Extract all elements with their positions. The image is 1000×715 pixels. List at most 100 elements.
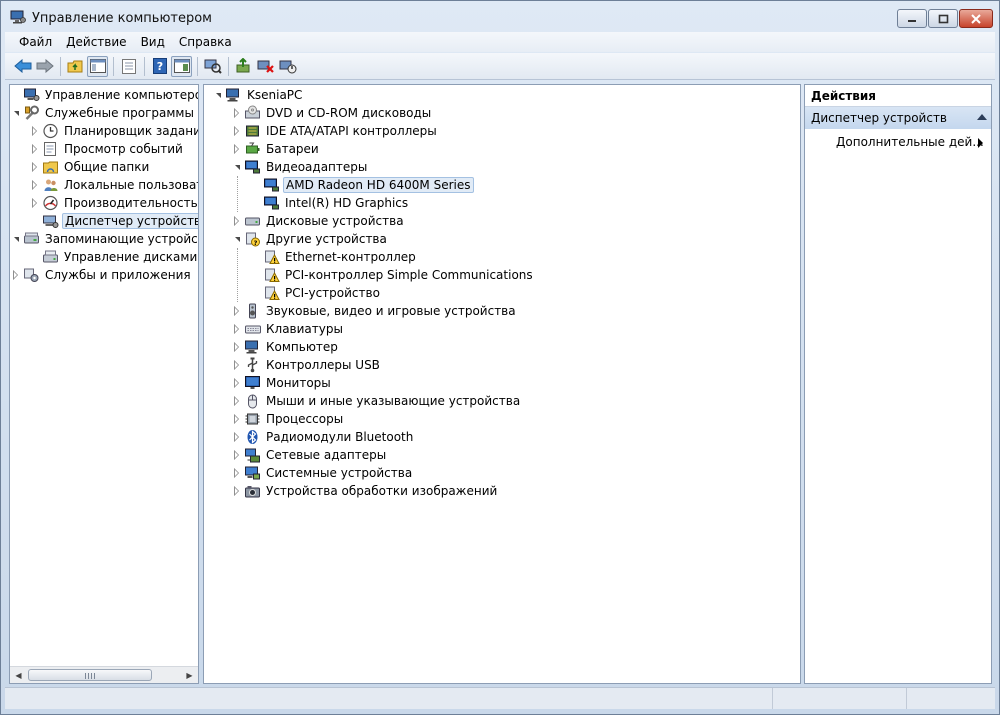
collapsed-arrow-icon[interactable] xyxy=(29,176,41,194)
console-tree-item-row[interactable]: Производительность xyxy=(29,194,198,212)
device-tree-item-row[interactable]: KseniaPC xyxy=(212,86,304,104)
collapsed-arrow-icon[interactable] xyxy=(231,302,243,320)
export-list-button[interactable] xyxy=(118,56,139,77)
collapsed-arrow-icon[interactable] xyxy=(231,392,243,410)
device-tree-item-row[interactable]: Устройства обработки изображений xyxy=(231,482,499,500)
device-tree-item-row[interactable]: Intel(R) HD Graphics xyxy=(250,194,410,212)
menu-help[interactable]: Справка xyxy=(172,32,239,52)
collapsed-arrow-icon[interactable] xyxy=(29,122,41,140)
expanded-arrow-icon[interactable] xyxy=(231,230,243,248)
collapsed-arrow-icon[interactable] xyxy=(231,122,243,140)
show-console-tree-button[interactable] xyxy=(87,55,108,77)
console-tree-item-label: Производительность xyxy=(64,196,198,210)
device-tree-item-label: Видеоадаптеры xyxy=(266,160,368,174)
battery-icon xyxy=(244,141,261,157)
device-tree-item-row[interactable]: Мониторы xyxy=(231,374,333,392)
console-tree-item-row[interactable]: Управление компьютером (л xyxy=(10,86,198,104)
menu-action[interactable]: Действие xyxy=(59,32,133,52)
device-tree-item-row[interactable]: ? Другие устройства xyxy=(231,230,389,248)
expanded-arrow-icon[interactable] xyxy=(231,158,243,176)
device-tree-item-row[interactable]: Процессоры xyxy=(231,410,345,428)
collapsed-arrow-icon[interactable] xyxy=(231,410,243,428)
device-tree-item-row[interactable]: Мыши и иные указывающие устройства xyxy=(231,392,522,410)
more-actions-item[interactable]: Дополнительные дей... xyxy=(836,135,984,149)
collapsed-arrow-icon[interactable] xyxy=(231,482,243,500)
menu-file[interactable]: Файл xyxy=(5,32,59,52)
collapsed-arrow-icon[interactable] xyxy=(231,338,243,356)
update-driver-button[interactable] xyxy=(233,56,254,77)
collapsed-arrow-icon[interactable] xyxy=(29,140,41,158)
tools-icon xyxy=(23,105,40,121)
collapsed-arrow-icon[interactable] xyxy=(231,464,243,482)
console-tree-item-row[interactable]: Локальные пользовате xyxy=(29,176,198,194)
device-tree-item-row[interactable]: Ethernet-контроллер xyxy=(250,248,418,266)
collapsed-arrow-icon[interactable] xyxy=(29,194,41,212)
device-tree-item-row[interactable]: PCI-контроллер Simple Communications xyxy=(250,266,535,284)
actions-section-device-manager[interactable]: Диспетчер устройств xyxy=(805,107,991,129)
disk-management-icon xyxy=(42,249,59,265)
console-tree-item-row[interactable]: Запоминающие устройст xyxy=(10,230,198,248)
forward-button[interactable] xyxy=(34,56,55,77)
console-tree-pane[interactable]: Управление компьютером (л Служебные прогр… xyxy=(9,84,199,684)
scan-hardware-button[interactable] xyxy=(202,56,223,77)
collapsed-arrow-icon[interactable] xyxy=(10,266,22,284)
collapsed-arrow-icon[interactable] xyxy=(231,320,243,338)
help-button[interactable]: ? xyxy=(149,56,170,77)
title-bar[interactable]: Управление компьютером xyxy=(1,1,999,33)
collapsed-arrow-icon[interactable] xyxy=(29,158,41,176)
scroll-right-button[interactable]: ▶ xyxy=(181,667,198,683)
enable-device-button[interactable] xyxy=(277,56,298,77)
show-action-pane-button[interactable] xyxy=(171,55,192,77)
device-tree-item-row[interactable]: Дисковые устройства xyxy=(231,212,406,230)
device-tree-item-row[interactable]: Сетевые адаптеры xyxy=(231,446,388,464)
expanded-arrow-icon[interactable] xyxy=(212,86,224,104)
console-tree-item-row[interactable]: Службы и приложения xyxy=(10,266,193,284)
device-tree-item-row[interactable]: Радиомодули Bluetooth xyxy=(231,428,415,446)
device-tree-item-row[interactable]: Батареи xyxy=(231,140,321,158)
processor-icon xyxy=(244,411,261,427)
collapsed-arrow-icon[interactable] xyxy=(231,446,243,464)
console-tree-item-row[interactable]: Диспетчер устройств xyxy=(29,212,198,230)
device-tree-item-row[interactable]: IDE ATA/ATAPI контроллеры xyxy=(231,122,439,140)
collapse-icon[interactable] xyxy=(977,114,987,120)
collapsed-arrow-icon[interactable] xyxy=(231,356,243,374)
event-viewer-icon xyxy=(42,141,59,157)
device-tree-item-row[interactable]: Системные устройства xyxy=(231,464,414,482)
device-tree-item-row[interactable]: Звуковые, видео и игровые устройства xyxy=(231,302,518,320)
console-tree-item-row[interactable]: Просмотр событий xyxy=(29,140,185,158)
console-tree-item-row[interactable]: Планировщик заданий xyxy=(29,122,198,140)
device-tree-item-row[interactable]: Контроллеры USB xyxy=(231,356,382,374)
expanded-arrow-icon[interactable] xyxy=(10,104,22,122)
close-button[interactable] xyxy=(959,9,993,28)
maximize-button[interactable] xyxy=(928,9,958,28)
device-tree-item-row[interactable]: DVD и CD-ROM дисководы xyxy=(231,104,433,122)
back-button[interactable] xyxy=(12,56,33,77)
device-tree-item-row[interactable]: PCI-устройство xyxy=(250,284,382,302)
services-icon xyxy=(23,267,40,283)
collapsed-arrow-icon[interactable] xyxy=(231,374,243,392)
uninstall-device-button[interactable] xyxy=(255,56,276,77)
scroll-left-button[interactable]: ◀ xyxy=(10,667,27,683)
storage-icon xyxy=(23,231,40,247)
menu-view[interactable]: Вид xyxy=(134,32,172,52)
device-tree-item-row[interactable]: Видеоадаптеры xyxy=(231,158,369,176)
actions-section-label: Диспетчер устройств xyxy=(811,111,948,125)
scrollbar-thumb[interactable] xyxy=(28,669,152,681)
horizontal-scrollbar[interactable]: ◀ ▶ xyxy=(10,666,198,683)
collapsed-arrow-icon[interactable] xyxy=(231,212,243,230)
folder-up-icon xyxy=(67,60,83,73)
device-tree-item-row[interactable]: AMD Radeon HD 6400M Series xyxy=(250,176,474,194)
collapsed-arrow-icon[interactable] xyxy=(231,428,243,446)
up-level-button[interactable] xyxy=(65,56,86,77)
collapsed-arrow-icon[interactable] xyxy=(231,104,243,122)
device-tree-item-row[interactable]: Компьютер xyxy=(231,338,340,356)
expanded-arrow-icon[interactable] xyxy=(10,230,22,248)
collapsed-arrow-icon[interactable] xyxy=(231,140,243,158)
console-tree-item-row[interactable]: Служебные программы xyxy=(10,104,196,122)
device-tree-item-row[interactable]: Клавиатуры xyxy=(231,320,345,338)
console-tree-item-row[interactable]: Общие папки xyxy=(29,158,151,176)
console-tree-item-row[interactable]: Управление дисками xyxy=(29,248,198,266)
minimize-button[interactable] xyxy=(897,9,927,28)
device-tree-pane[interactable]: KseniaPC DVD и CD-ROM дисководы IDE ATA/AT… xyxy=(203,84,801,684)
